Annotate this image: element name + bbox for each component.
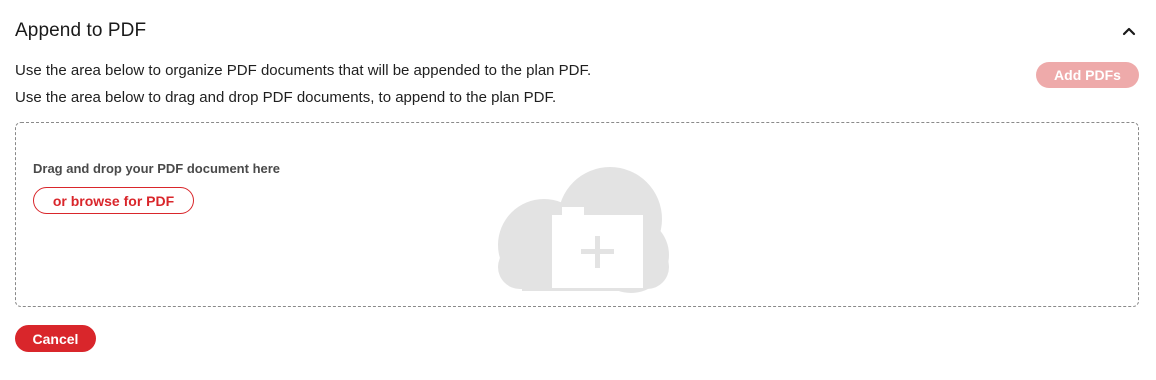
browse-pdf-button[interactable]: or browse for PDF bbox=[33, 187, 194, 214]
description-drag-drop: Use the area below to drag and drop PDF … bbox=[15, 89, 557, 106]
append-to-pdf-panel: Append to PDF Use the area below to orga… bbox=[0, 0, 1156, 380]
chevron-up-icon bbox=[1122, 27, 1136, 36]
cloud-upload-icon bbox=[498, 167, 669, 293]
add-pdfs-button[interactable]: Add PDFs bbox=[1036, 62, 1139, 88]
collapse-toggle[interactable] bbox=[1118, 20, 1140, 42]
description-organize: Use the area below to organize PDF docum… bbox=[15, 62, 592, 79]
pdf-dropzone[interactable]: Drag and drop your PDF document here or … bbox=[15, 122, 1139, 307]
cancel-button[interactable]: Cancel bbox=[15, 325, 96, 352]
dropzone-label: Drag and drop your PDF document here bbox=[33, 161, 281, 176]
section-title: Append to PDF bbox=[15, 20, 147, 41]
